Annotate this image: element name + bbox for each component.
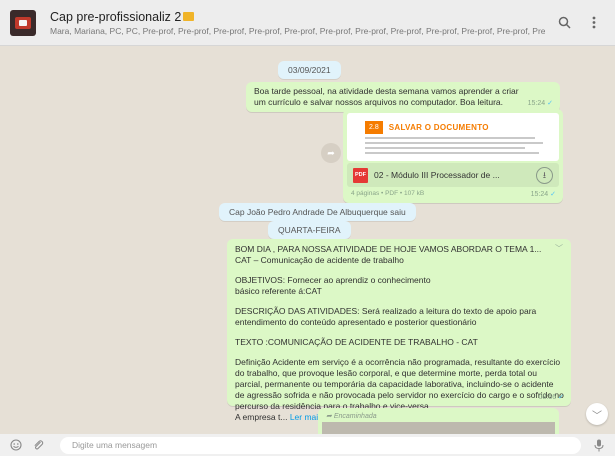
message-time: 15:24 xyxy=(527,100,546,107)
document-bubble[interactable]: 2.8 SALVAR O DOCUMENTO PDF 02 - Módulo I… xyxy=(343,109,563,203)
message-text: Boa tarde pessoal, na atividade desta se… xyxy=(254,86,519,107)
attach-icon[interactable] xyxy=(30,437,46,453)
message-paragraph: BOM DIA , PARA NOSSA ATIVIDADE DE HOJE V… xyxy=(235,244,542,265)
menu-icon[interactable] xyxy=(583,12,605,34)
message-input[interactable] xyxy=(60,436,581,454)
folder-emoji-icon xyxy=(183,12,195,21)
message-time: 08:56 xyxy=(538,394,557,401)
chat-header: Cap pre-profissionaliz 2 Mara, Mariana, … xyxy=(0,0,615,46)
date-chip: 03/09/2021 xyxy=(278,61,341,79)
message-paragraph: TEXTO :COMUNICAÇÃO DE ACIDENTE DE TRABAL… xyxy=(235,337,478,347)
forwarded-label: Encaminhada xyxy=(333,413,377,420)
chat-title: Cap pre-profissionaliz 2 xyxy=(50,9,182,24)
forwarded-media-preview[interactable] xyxy=(322,422,555,434)
system-notice: Cap João Pedro Andrade De Albuquerque sa… xyxy=(219,203,416,221)
document-name: 02 - Módulo III Processador de ... xyxy=(374,169,500,180)
group-avatar[interactable] xyxy=(10,9,36,36)
pdf-icon: PDF xyxy=(353,167,368,183)
document-file-row[interactable]: PDF 02 - Módulo III Processador de ... ⭳ xyxy=(347,163,559,187)
chat-info[interactable]: Cap pre-profissionaliz 2 Mara, Mariana, … xyxy=(50,10,545,36)
emoji-icon[interactable] xyxy=(8,437,24,453)
message-time: 15:24 xyxy=(530,191,549,198)
read-receipt-icon: ✓ xyxy=(550,191,556,198)
message-paragraph: OBJETIVOS: Fornecer ao aprendiz o conhec… xyxy=(235,275,431,296)
message-list[interactable]: 03/09/2021 Boa tarde pessoal, na ativida… xyxy=(0,46,615,434)
message-paragraph: DESCRIÇÃO DAS ATIVIDADES: Será realizado… xyxy=(235,306,537,327)
day-chip: QUARTA-FEIRA xyxy=(268,221,351,239)
compose-bar xyxy=(0,434,615,456)
microphone-icon[interactable] xyxy=(591,437,607,453)
scroll-down-button[interactable]: ﹀ xyxy=(586,403,608,425)
section-title: SALVAR O DOCUMENTO xyxy=(388,122,489,132)
search-icon[interactable] xyxy=(553,12,575,34)
message-paragraph: A empresa t... xyxy=(235,412,288,422)
read-receipt-icon: ✓ xyxy=(558,394,564,401)
document-preview[interactable]: 2.8 SALVAR O DOCUMENTO xyxy=(347,113,559,161)
participants-list: Mara, Mariana, PC, PC, Pre-prof, Pre-pro… xyxy=(50,25,545,36)
chevron-down-icon[interactable]: ﹀ xyxy=(555,243,563,254)
download-icon[interactable]: ⭳ xyxy=(536,166,553,184)
read-receipt-icon: ✓ xyxy=(547,100,553,107)
forwarded-icon: ➦ xyxy=(326,413,334,420)
section-number: 2.8 xyxy=(365,120,383,134)
document-meta: 4 páginas • PDF • 107 kB xyxy=(351,190,425,197)
message-bubble[interactable]: ﹀ BOM DIA , PARA NOSSA ATIVIDADE DE HOJE… xyxy=(227,239,571,422)
forward-share-icon[interactable]: ➦ xyxy=(321,143,341,163)
message-paragraph: Definição Acidente em serviço é a ocorrê… xyxy=(235,357,564,411)
preview-text-lines xyxy=(365,137,545,157)
message-bubble[interactable]: Boa tarde pessoal, na atividade desta se… xyxy=(246,82,560,112)
forwarded-message-bubble[interactable]: ➦ Encaminhada xyxy=(318,408,559,434)
